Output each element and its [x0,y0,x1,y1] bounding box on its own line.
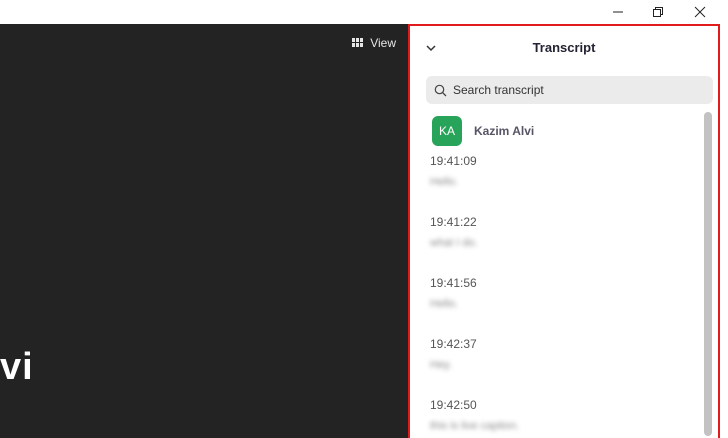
restore-icon [653,7,663,17]
caption-text: Hello. [430,176,459,188]
close-button[interactable] [680,0,720,24]
caption-text: what I do. [430,237,478,249]
participant-name-fragment: vi [0,346,34,388]
transcript-entry: 19:42:37 Hey. [430,337,477,371]
title-bar [0,0,728,24]
avatar: KA [432,116,462,146]
caption-text: this is live caption. [430,420,520,432]
transcript-header: Transcript [410,26,718,70]
speaker-name: Kazim Alvi [474,124,535,138]
grid-view-icon [352,38,364,47]
view-label: View [370,36,396,50]
video-area: View vi [0,24,408,438]
search-input[interactable] [453,83,703,97]
timestamp: 19:42:50 [430,398,477,412]
speaker-header: KA Kazim Alvi [432,116,534,146]
minimize-icon [613,11,623,13]
caption-text: Hello. [430,298,459,310]
panel-title: Transcript [532,40,596,55]
timestamp: 19:41:09 [430,154,477,168]
search-box[interactable] [426,76,713,104]
caption-text: Hey. [430,359,452,371]
timestamp: 19:42:37 [430,337,477,351]
restore-button[interactable] [638,0,678,24]
transcript-entry: 19:41:09 Hello. [430,154,477,188]
search-icon [434,84,447,96]
timestamp: 19:41:22 [430,215,477,229]
transcript-entry: 19:42:50 this is live caption. [430,398,519,432]
scrollbar[interactable] [704,112,712,436]
timestamp: 19:41:56 [430,276,477,290]
view-button[interactable]: View [352,36,396,50]
transcript-panel: Transcript KA Kazim Alvi 19:41:09 Hello.… [408,24,720,438]
minimize-button[interactable] [598,0,638,24]
transcript-entry: 19:41:22 what I do. [430,215,478,249]
close-icon [694,6,706,18]
transcript-entry: 19:41:56 Hello. [430,276,477,310]
